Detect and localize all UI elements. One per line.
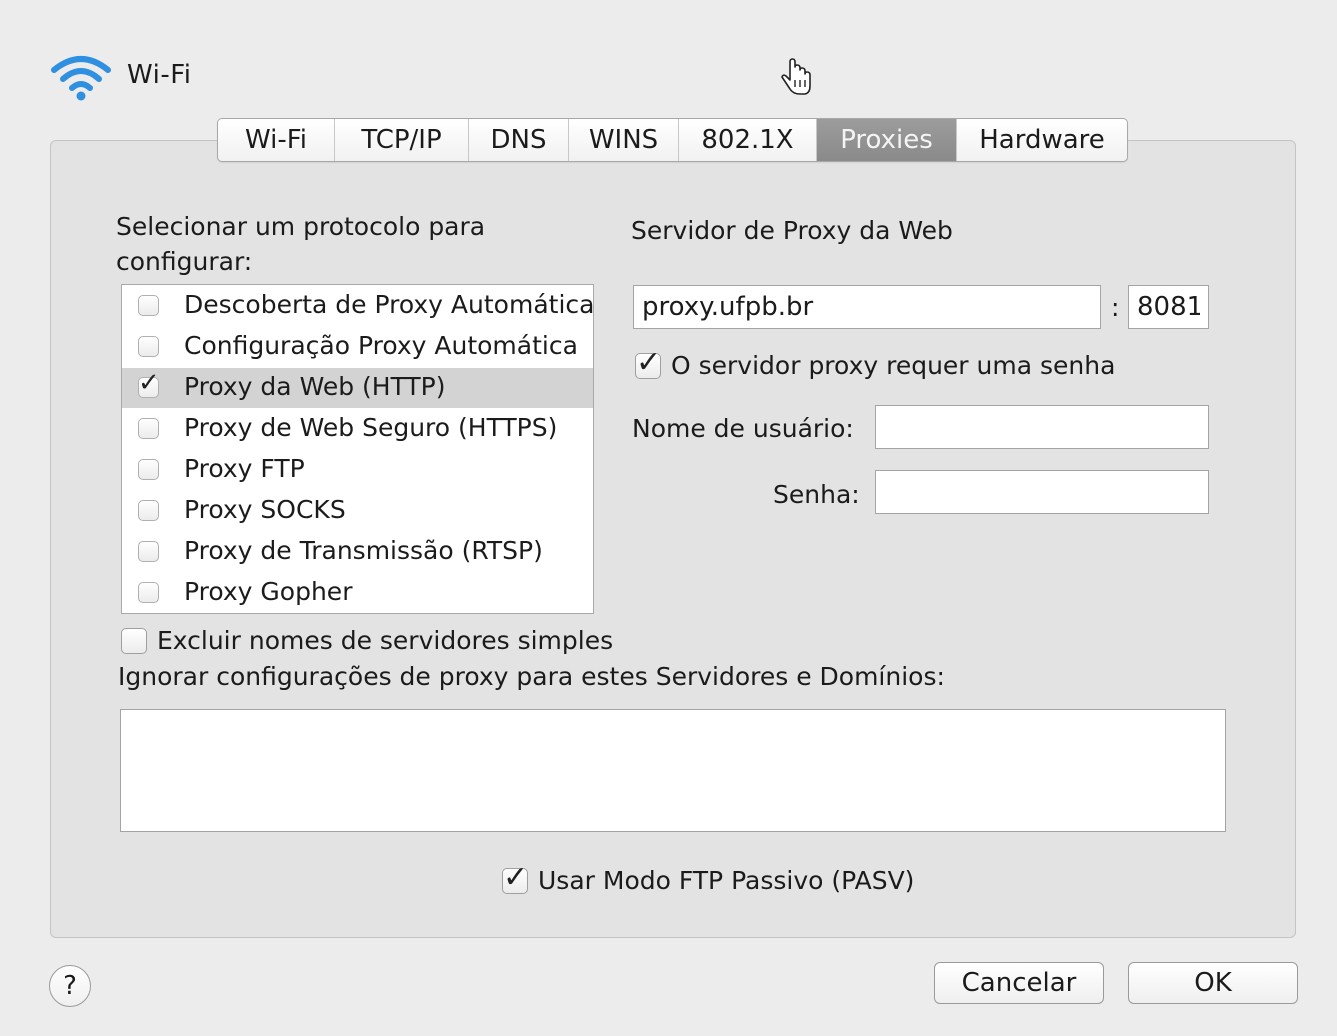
window-title: Wi-Fi bbox=[127, 60, 192, 90]
password-field[interactable] bbox=[875, 470, 1209, 514]
checkmark-icon: ✓ bbox=[138, 368, 160, 398]
protocol-heading-line2: configurar: bbox=[116, 247, 253, 276]
exclude-simple-hostnames-label: Excluir nomes de servidores simples bbox=[157, 626, 614, 655]
bypass-hosts-textarea[interactable] bbox=[120, 709, 1226, 832]
protocol-label: Descoberta de Proxy Automática bbox=[184, 290, 595, 319]
bypass-hosts-label: Ignorar configurações de proxy para este… bbox=[118, 662, 945, 691]
tab-8021x[interactable]: 802.1X bbox=[679, 119, 817, 161]
protocol-label: Proxy SOCKS bbox=[184, 495, 346, 524]
username-field[interactable] bbox=[875, 405, 1209, 449]
protocol-label: Proxy de Web Seguro (HTTPS) bbox=[184, 413, 558, 442]
cancel-button[interactable]: Cancelar bbox=[934, 962, 1104, 1004]
protocol-checkbox[interactable] bbox=[138, 336, 159, 357]
hand-cursor-icon bbox=[781, 58, 811, 95]
protocol-row-ftp[interactable]: Proxy FTP bbox=[122, 450, 593, 490]
web-proxy-server-heading: Servidor de Proxy da Web bbox=[631, 216, 953, 245]
protocol-checkbox[interactable] bbox=[138, 459, 159, 480]
tab-proxies[interactable]: Proxies bbox=[817, 119, 957, 161]
checkmark-icon: ✓ bbox=[636, 345, 662, 380]
protocol-checkbox[interactable] bbox=[138, 500, 159, 521]
protocol-row-socks[interactable]: Proxy SOCKS bbox=[122, 491, 593, 531]
tab-wins[interactable]: WINS bbox=[569, 119, 679, 161]
protocol-checkbox[interactable] bbox=[138, 295, 159, 316]
tab-hardware[interactable]: Hardware bbox=[957, 119, 1127, 161]
protocol-checkbox[interactable] bbox=[138, 418, 159, 439]
tab-wifi[interactable]: Wi-Fi bbox=[218, 119, 335, 161]
protocol-row-https[interactable]: Proxy de Web Seguro (HTTPS) bbox=[122, 409, 593, 449]
wifi-icon bbox=[51, 56, 111, 101]
protocol-list: Descoberta de Proxy Automática Configura… bbox=[121, 284, 594, 614]
protocol-row-http[interactable]: ✓ Proxy da Web (HTTP) bbox=[122, 368, 593, 408]
exclude-simple-hostnames-checkbox[interactable] bbox=[121, 628, 147, 654]
tab-bar: Wi-Fi TCP/IP DNS WINS 802.1X Proxies Har… bbox=[217, 118, 1128, 162]
protocol-heading-line1: Selecionar um protocolo para bbox=[116, 212, 486, 241]
requires-password-label: O servidor proxy requer uma senha bbox=[671, 351, 1116, 380]
protocol-row-rtsp[interactable]: Proxy de Transmissão (RTSP) bbox=[122, 532, 593, 572]
port-separator: : bbox=[1111, 293, 1120, 322]
help-button[interactable]: ? bbox=[49, 965, 91, 1007]
username-label: Nome de usuário: bbox=[632, 414, 854, 443]
tab-tcpip[interactable]: TCP/IP bbox=[335, 119, 469, 161]
protocol-row-auto-config[interactable]: Configuração Proxy Automática bbox=[122, 327, 593, 367]
protocol-label: Proxy da Web (HTTP) bbox=[184, 372, 446, 401]
protocol-checkbox[interactable] bbox=[138, 582, 159, 603]
protocol-checkbox[interactable] bbox=[138, 541, 159, 562]
protocol-label: Proxy de Transmissão (RTSP) bbox=[184, 536, 543, 565]
protocol-label: Configuração Proxy Automática bbox=[184, 331, 578, 360]
proxy-port-field[interactable] bbox=[1128, 285, 1209, 329]
ok-button[interactable]: OK bbox=[1128, 962, 1298, 1004]
passive-ftp-label: Usar Modo FTP Passivo (PASV) bbox=[538, 866, 915, 895]
proxy-host-field[interactable] bbox=[633, 285, 1101, 329]
protocol-label: Proxy Gopher bbox=[184, 577, 353, 606]
protocol-row-auto-discovery[interactable]: Descoberta de Proxy Automática bbox=[122, 286, 595, 326]
protocol-label: Proxy FTP bbox=[184, 454, 305, 483]
password-label: Senha: bbox=[773, 480, 860, 509]
checkmark-icon: ✓ bbox=[503, 860, 529, 895]
tab-dns[interactable]: DNS bbox=[469, 119, 569, 161]
protocol-row-gopher[interactable]: Proxy Gopher bbox=[122, 573, 593, 613]
